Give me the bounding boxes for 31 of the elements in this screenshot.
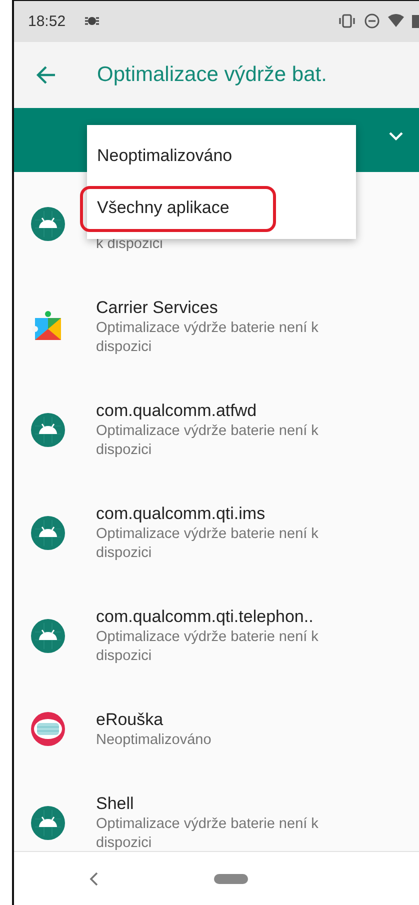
app-status: Neoptimalizováno [96, 730, 212, 750]
robot-head-icon [31, 206, 65, 241]
back-arrow-icon[interactable] [36, 66, 56, 84]
clock-time: 18:52 [28, 12, 66, 30]
chevron-down-icon[interactable] [389, 132, 403, 142]
battery-icon [412, 14, 419, 28]
bug-icon [84, 15, 100, 28]
app-name: Carrier Services [96, 296, 219, 319]
app-name: com.qualcomm.atfwd [96, 400, 258, 422]
robot-head-icon [31, 412, 65, 447]
vibrate-icon [338, 14, 356, 28]
menu-item[interactable]: Neoptimalizováno [87, 130, 356, 182]
app-name: Shell [96, 792, 135, 815]
app-status: Optimalizace výdrže baterie není k dispozici [96, 628, 320, 666]
menu-item[interactable]: Všechny aplikace [87, 182, 356, 234]
app-status: Optimalizace výdrže baterie není k dispozici [96, 814, 320, 852]
home-pill[interactable] [214, 874, 248, 884]
app-status: Optimalizace výdrže baterie není k dispozici [96, 422, 320, 460]
app-name: com.qualcomm.qti.telephon.. [96, 606, 314, 628]
do-not-disturb-icon [364, 13, 380, 30]
robot-head-icon [31, 618, 65, 653]
face-mask-icon [31, 712, 65, 746]
app-status: Optimalizace výdrže baterie není k dispozici [96, 318, 320, 357]
app-name: eRouška [96, 708, 164, 731]
app-name: com.qualcomm.qti.ims [96, 502, 266, 525]
screen-title: Optimalizace výdrže bat. [97, 62, 327, 87]
back-icon[interactable] [89, 870, 99, 887]
wifi-icon [388, 14, 404, 28]
robot-head-icon [31, 516, 65, 550]
app-status: Optimalizace výdrže baterie není k dispozici [96, 524, 320, 563]
robot-head-icon [31, 806, 65, 840]
